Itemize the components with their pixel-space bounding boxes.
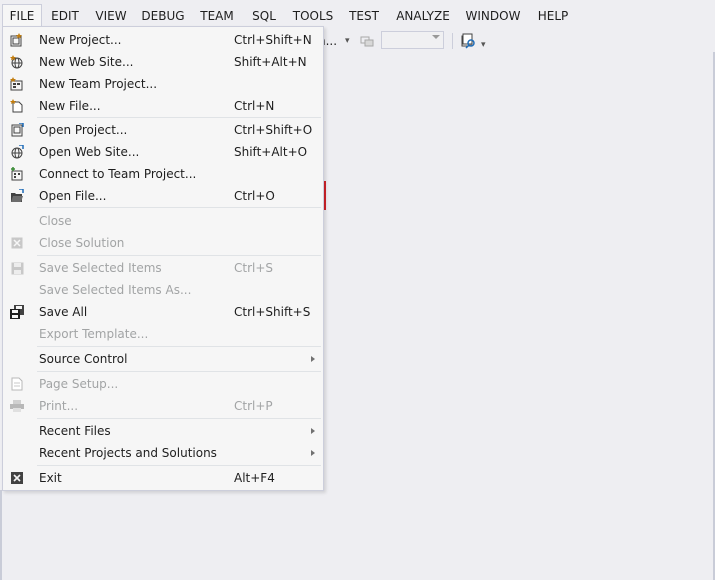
submenu-arrow-icon — [311, 450, 315, 456]
menu-item-open-file[interactable]: Open File... Ctrl+O — [3, 185, 323, 207]
menu-test[interactable]: TEST — [344, 5, 384, 27]
menu-item-label: New File... — [39, 99, 101, 113]
menu-item-label: Save Selected Items — [39, 261, 162, 275]
menu-item-label: Open File... — [39, 189, 107, 203]
new-project-icon — [9, 32, 25, 48]
menu-item-source-control[interactable]: Source Control — [3, 348, 323, 370]
menu-separator — [37, 207, 321, 208]
menu-item-label: New Team Project... — [39, 77, 158, 91]
menu-item-new-web-site[interactable]: New Web Site... Shift+Alt+N — [3, 51, 323, 73]
chevron-down-icon — [432, 35, 440, 39]
menu-item-exit[interactable]: Exit Alt+F4 — [3, 467, 323, 489]
menu-item-shortcut: Ctrl+N — [234, 99, 275, 113]
new-website-icon — [9, 54, 25, 70]
menu-view[interactable]: VIEW — [90, 5, 132, 27]
menu-file[interactable]: FILE — [2, 4, 42, 27]
find-in-files-icon[interactable] — [460, 30, 476, 52]
menu-item-new-project[interactable]: New Project... Ctrl+Shift+N — [3, 29, 323, 51]
menu-item-label: Page Setup... — [39, 377, 119, 391]
menu-separator — [37, 117, 321, 118]
menu-item-label: Close Solution — [39, 236, 125, 250]
save-all-icon — [9, 304, 25, 320]
open-file-icon — [9, 188, 25, 204]
menu-item-label: Exit — [39, 471, 62, 485]
open-website-icon — [9, 144, 25, 160]
menu-item-label: Close — [39, 214, 72, 228]
menu-item-label: New Web Site... — [39, 55, 134, 69]
file-menu-dropdown: New Project... Ctrl+Shift+N New Web Site… — [2, 26, 324, 491]
menu-item-export-template: Export Template... — [3, 323, 323, 345]
submenu-arrow-icon — [311, 428, 315, 434]
menu-item-save-selected: Save Selected Items Ctrl+S — [3, 257, 323, 279]
window-left-border — [0, 490, 2, 580]
menu-item-connect-team-project[interactable]: Connect to Team Project... — [3, 163, 323, 185]
menu-help[interactable]: HELP — [532, 5, 574, 27]
menu-window[interactable]: WINDOW — [462, 5, 524, 27]
new-team-project-icon — [9, 76, 25, 92]
menu-item-label: Connect to Team Project... — [39, 167, 197, 181]
menu-separator — [37, 255, 321, 256]
menu-item-label: Export Template... — [39, 327, 149, 341]
menu-item-save-selected-as: Save Selected Items As... — [3, 279, 323, 301]
menu-separator — [37, 371, 321, 372]
menu-item-label: Recent Files — [39, 424, 111, 438]
menu-item-close: Close — [3, 210, 323, 232]
menu-separator — [37, 346, 321, 347]
menu-item-shortcut: Ctrl+Shift+O — [234, 123, 313, 137]
toolbar-combobox[interactable] — [381, 31, 444, 49]
menu-item-close-solution: Close Solution — [3, 232, 323, 254]
menu-item-page-setup: Page Setup... — [3, 373, 323, 395]
toolbar-dropdown-arrow[interactable]: ▾ — [345, 30, 354, 52]
menu-item-new-file[interactable]: New File... Ctrl+N — [3, 95, 323, 117]
menu-tools[interactable]: TOOLS — [289, 5, 337, 27]
menu-item-label: Open Project... — [39, 123, 128, 137]
menu-item-label: Save Selected Items As... — [39, 283, 192, 297]
menu-item-shortcut: Alt+F4 — [234, 471, 275, 485]
new-file-icon — [9, 98, 25, 114]
menu-analyze[interactable]: ANALYZE — [392, 5, 454, 27]
menu-item-shortcut: Shift+Alt+O — [234, 145, 308, 159]
menu-debug[interactable]: DEBUG — [138, 5, 188, 27]
menu-team[interactable]: TEAM — [194, 5, 240, 27]
menu-item-save-all[interactable]: Save All Ctrl+Shift+S — [3, 301, 323, 323]
menu-item-label: Recent Projects and Solutions — [39, 446, 217, 460]
menu-item-label: Open Web Site... — [39, 145, 140, 159]
menu-item-recent-projects[interactable]: Recent Projects and Solutions — [3, 442, 323, 464]
menu-item-open-project[interactable]: Open Project... Ctrl+Shift+O — [3, 119, 323, 141]
menu-item-label: Save All — [39, 305, 88, 319]
connect-team-icon — [9, 166, 25, 182]
print-icon — [9, 398, 25, 414]
menu-sql[interactable]: SQL — [247, 5, 281, 27]
menu-item-open-web-site[interactable]: Open Web Site... Shift+Alt+O — [3, 141, 323, 163]
menu-item-label: Print... — [39, 399, 79, 413]
save-icon — [9, 260, 25, 276]
exit-icon — [9, 470, 25, 486]
close-solution-icon — [9, 235, 25, 251]
open-project-icon — [9, 122, 25, 138]
menu-item-shortcut: Ctrl+Shift+S — [234, 305, 311, 319]
menu-item-shortcut: Ctrl+S — [234, 261, 274, 275]
menu-item-print: Print... Ctrl+P — [3, 395, 323, 417]
menu-item-shortcut: Ctrl+Shift+N — [234, 33, 312, 47]
menu-item-label: New Project... — [39, 33, 122, 47]
menu-separator — [37, 465, 321, 466]
menu-item-shortcut: Ctrl+P — [234, 399, 273, 413]
toolbar-separator — [452, 33, 453, 49]
menu-item-new-team-project[interactable]: New Team Project... — [3, 73, 323, 95]
toolbar-disabled-icon — [360, 30, 374, 52]
editor-area — [324, 52, 715, 580]
submenu-arrow-icon — [311, 356, 315, 362]
menu-item-shortcut: Shift+Alt+N — [234, 55, 307, 69]
menu-item-recent-files[interactable]: Recent Files — [3, 420, 323, 442]
menu-edit[interactable]: EDIT — [46, 5, 84, 27]
menu-item-shortcut: Ctrl+O — [234, 189, 275, 203]
page-setup-icon — [9, 376, 25, 392]
menu-item-label: Source Control — [39, 352, 128, 366]
menu-separator — [37, 418, 321, 419]
